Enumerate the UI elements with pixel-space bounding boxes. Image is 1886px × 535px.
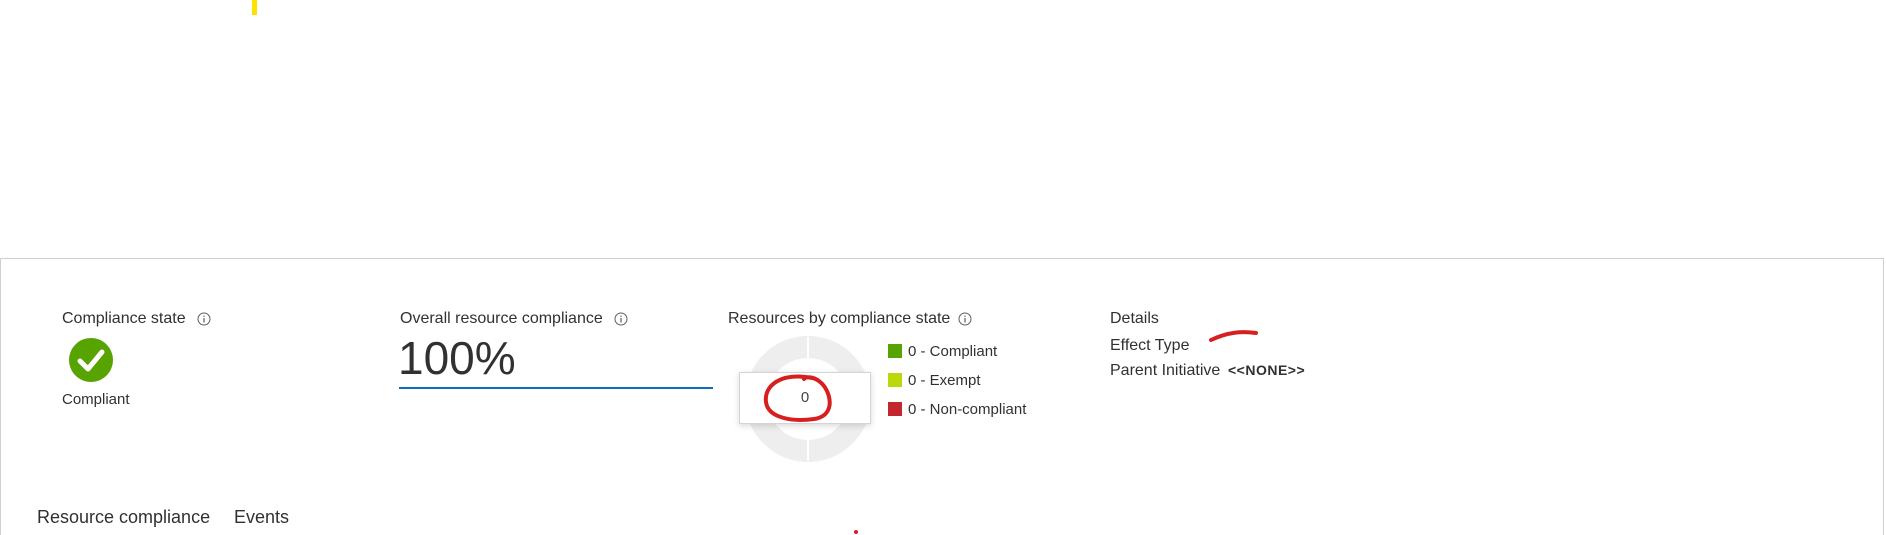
overall-compliance-title: Overall resource compliance bbox=[400, 310, 603, 327]
compliance-status-text: Compliant bbox=[62, 391, 130, 408]
info-icon[interactable] bbox=[958, 312, 972, 326]
tab-events[interactable]: Events bbox=[234, 507, 289, 528]
parent-initiative-value: <<NONE>> bbox=[1228, 362, 1306, 378]
resources-by-state-title: Resources by compliance state bbox=[728, 310, 951, 327]
compliance-value-underline bbox=[399, 387, 713, 389]
compliance-state-title: Compliance state bbox=[62, 310, 186, 327]
legend-label: 0 - Compliant bbox=[908, 343, 998, 360]
effect-type-label: Effect Type bbox=[1110, 337, 1190, 354]
legend-label: 0 - Exempt bbox=[908, 372, 981, 389]
legend-item-exempt[interactable]: 0 - Exempt bbox=[888, 372, 981, 389]
legend-item-compliant[interactable]: 0 - Compliant bbox=[888, 343, 997, 360]
parent-initiative-label: Parent Initiative bbox=[1110, 362, 1221, 379]
overall-compliance-value: 100% bbox=[398, 332, 516, 384]
info-icon[interactable] bbox=[197, 312, 211, 326]
tooltip-count: 0 bbox=[800, 389, 810, 406]
legend-swatch-exempt bbox=[888, 373, 902, 387]
info-icon[interactable] bbox=[614, 312, 628, 326]
legend-item-non-compliant[interactable]: 0 - Non-compliant bbox=[888, 401, 1026, 418]
policy-compliance-panel bbox=[0, 258, 1884, 535]
legend-swatch-non-compliant bbox=[888, 402, 902, 416]
legend-label: 0 - Non-compliant bbox=[908, 401, 1027, 418]
yellow-highlight-mark bbox=[252, 0, 257, 15]
details-title: Details bbox=[1110, 310, 1159, 327]
check-circle-icon bbox=[69, 338, 113, 382]
legend-swatch-compliant bbox=[888, 344, 902, 358]
donut-tooltip: 0 bbox=[739, 372, 871, 424]
tab-resource-compliance[interactable]: Resource compliance bbox=[37, 507, 210, 528]
